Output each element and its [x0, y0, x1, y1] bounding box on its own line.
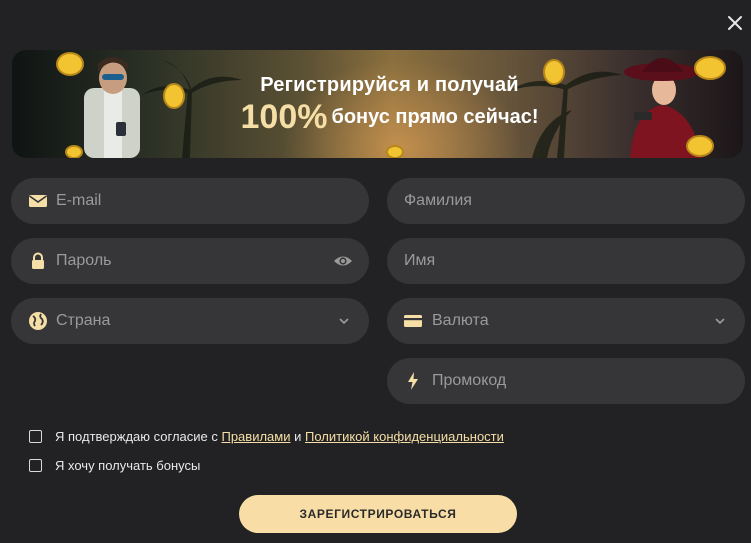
- first-name-placeholder: Имя: [404, 252, 436, 269]
- promo-code-field[interactable]: Промокод: [387, 358, 745, 404]
- terms-consent-label: Я подтверждаю согласие с Правилами и Пол…: [55, 429, 504, 444]
- lock-icon: [28, 251, 48, 271]
- password-field[interactable]: Пароль: [11, 238, 369, 284]
- last-name-field[interactable]: Фамилия: [387, 178, 745, 224]
- bonus-opt-in-label: Я хочу получать бонусы: [55, 458, 201, 473]
- rules-link[interactable]: Правилами: [221, 429, 290, 444]
- banner-title: Регистрируйся и получай: [260, 74, 519, 96]
- currency-placeholder: Валюта: [432, 312, 489, 329]
- terms-checkbox[interactable]: [29, 430, 42, 443]
- lightning-icon: [403, 371, 423, 391]
- country-placeholder: Страна: [56, 312, 111, 329]
- banner-subtitle-rest: бонус прямо сейчас!: [331, 106, 539, 128]
- bonus-checkbox[interactable]: [29, 459, 42, 472]
- register-button[interactable]: ЗАРЕГИСТРИРОВАТЬСЯ: [239, 495, 517, 533]
- promo-code-placeholder: Промокод: [432, 372, 507, 389]
- country-select[interactable]: Страна: [11, 298, 369, 344]
- password-placeholder: Пароль: [56, 252, 112, 269]
- banner-percent: 100%: [240, 98, 328, 136]
- first-name-field[interactable]: Имя: [387, 238, 745, 284]
- eye-icon[interactable]: [333, 251, 353, 271]
- envelope-icon: [28, 191, 48, 211]
- promo-banner: Регистрируйся и получай 100% бонус прямо …: [12, 50, 743, 158]
- privacy-policy-link[interactable]: Политикой конфиденциальности: [305, 429, 504, 444]
- last-name-placeholder: Фамилия: [404, 192, 472, 209]
- banner-subtitle: 100% бонус прямо сейчас!: [12, 98, 743, 137]
- close-icon: [728, 16, 742, 30]
- terms-consent-prefix: Я подтверждаю согласие с: [55, 429, 222, 444]
- globe-icon: [28, 311, 48, 331]
- terms-consent-conjunction: и: [290, 429, 305, 444]
- email-placeholder: E-mail: [56, 192, 102, 209]
- chevron-down-icon: [337, 314, 351, 328]
- chevron-down-icon: [713, 314, 727, 328]
- card-icon: [403, 311, 423, 331]
- currency-select[interactable]: Валюта: [387, 298, 745, 344]
- close-button[interactable]: [722, 10, 748, 36]
- email-field[interactable]: E-mail: [11, 178, 369, 224]
